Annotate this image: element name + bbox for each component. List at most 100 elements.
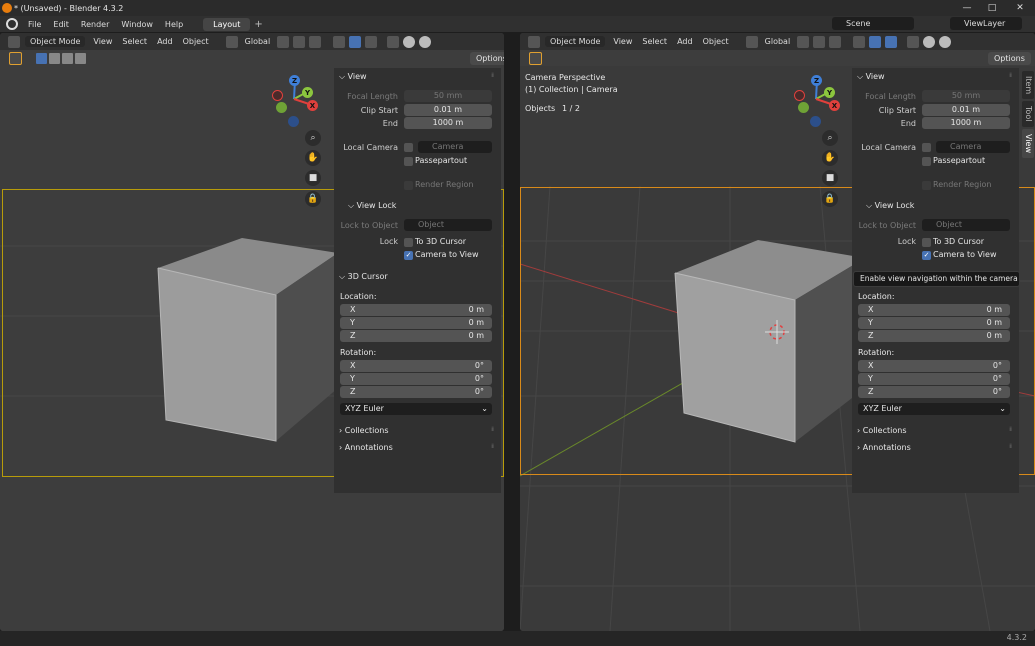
orientation-dropdown[interactable]: Global [760, 37, 796, 46]
gizmo-neg-z-icon[interactable] [810, 116, 821, 127]
to-3d-cursor-checkbox[interactable] [922, 238, 931, 247]
view-lock-header[interactable]: ⌵ View Lock [348, 201, 396, 211]
gizmo-neg-x-icon[interactable] [794, 90, 805, 101]
xray-icon[interactable] [387, 35, 400, 48]
view-section-header[interactable]: ⌵ View [339, 72, 367, 82]
rotation-mode-dropdown[interactable]: XYZ Euler ⌄ [858, 403, 1010, 415]
pan-hand-icon[interactable]: ✋ [822, 150, 838, 166]
drag-handle-icon[interactable]: ⁞⁞ [1009, 426, 1012, 433]
location-z-field[interactable]: Z 0 m [340, 330, 492, 342]
camera-view-icon[interactable]: ■ [305, 170, 321, 186]
snap-icon[interactable] [813, 35, 826, 48]
menu-object[interactable]: Object [698, 37, 734, 46]
drag-handle-icon[interactable]: ⁞⁞ [491, 443, 494, 450]
pivot-icon[interactable] [277, 35, 290, 48]
rotation-z-field[interactable]: Z 0° [340, 386, 492, 398]
orientation-dropdown[interactable]: Global [240, 37, 276, 46]
gizmo-z-icon[interactable]: Z [811, 75, 822, 86]
gizmo-y-icon[interactable]: Y [302, 87, 313, 98]
navigation-gizmo[interactable]: Z Y X [268, 73, 320, 127]
select-tool-icon[interactable] [529, 51, 542, 65]
navigation-gizmo[interactable]: Z Y X [790, 73, 842, 127]
drag-handle-icon[interactable]: ⁞⁞ [491, 426, 494, 433]
local-camera-field[interactable]: Camera [418, 141, 492, 153]
passepartout-checkbox[interactable] [404, 157, 413, 166]
render-region-checkbox[interactable] [922, 181, 931, 190]
camera-view-icon[interactable]: ■ [822, 170, 838, 186]
proportional-edit-icon[interactable] [309, 35, 322, 48]
zoom-icon[interactable]: ⌕ [305, 130, 321, 146]
pan-hand-icon[interactable]: ✋ [305, 150, 321, 166]
focal-length-field[interactable]: 50 mm [404, 90, 492, 102]
selection-modes[interactable] [36, 52, 86, 64]
transform-orientation-icon[interactable] [225, 35, 238, 48]
location-x-field[interactable]: X 0 m [340, 304, 492, 316]
local-camera-field[interactable]: Camera [936, 141, 1010, 153]
wireframe-shading-icon[interactable] [923, 35, 936, 48]
drag-handle-icon[interactable]: ⁞⁞ [1009, 72, 1012, 79]
rotation-mode-dropdown[interactable]: XYZ Euler ⌄ [340, 403, 492, 415]
menu-help[interactable]: Help [159, 20, 189, 29]
tab-tool[interactable]: Tool [1022, 101, 1034, 127]
rotation-z-field[interactable]: Z 0° [858, 386, 1010, 398]
drag-handle-icon[interactable]: ⁞⁞ [1009, 443, 1012, 450]
xray-icon[interactable] [907, 35, 920, 48]
clip-end-field[interactable]: 1000 m [404, 117, 492, 129]
lock-to-object-field[interactable]: Object [404, 219, 492, 231]
view-section-header[interactable]: ⌵ View [857, 72, 885, 82]
collections-section-header[interactable]: › Collections [857, 426, 907, 435]
gizmo-neg-z-icon[interactable] [288, 116, 299, 127]
focal-length-field[interactable]: 50 mm [922, 90, 1010, 102]
menu-select[interactable]: Select [637, 37, 672, 46]
viewport-left[interactable]: Object Mode View Select Add Object Globa… [0, 33, 504, 631]
options-dropdown[interactable]: Options [988, 52, 1031, 65]
camera-to-view-checkbox[interactable]: ✓ [922, 251, 931, 260]
annotations-section-header[interactable]: › Annotations [857, 443, 911, 452]
clip-start-field[interactable]: 0.01 m [922, 104, 1010, 116]
proportional-edit-icon[interactable] [829, 35, 842, 48]
lock-icon[interactable]: 🔒 [305, 191, 321, 207]
menu-render[interactable]: Render [75, 20, 115, 29]
gizmo-neg-x-icon[interactable] [272, 90, 283, 101]
menu-edit[interactable]: Edit [47, 20, 75, 29]
menu-window[interactable]: Window [115, 20, 159, 29]
solid-shading-icon[interactable] [939, 35, 952, 48]
menu-select[interactable]: Select [117, 37, 152, 46]
camera-to-view-checkbox[interactable]: ✓ [404, 251, 413, 260]
clip-end-field[interactable]: 1000 m [922, 117, 1010, 129]
scene-selector[interactable]: Scene [832, 17, 914, 30]
pivot-icon[interactable] [797, 35, 810, 48]
lock-to-object-field[interactable]: Object [922, 219, 1010, 231]
view-layer-selector[interactable]: ViewLayer [950, 17, 1022, 30]
menu-view[interactable]: View [88, 37, 117, 46]
blender-menu-icon[interactable] [6, 18, 18, 30]
view-lock-header[interactable]: ⌵ View Lock [866, 201, 914, 211]
gizmo-z-icon[interactable]: Z [289, 75, 300, 86]
menu-view[interactable]: View [608, 37, 637, 46]
location-y-field[interactable]: Y 0 m [340, 317, 492, 329]
cursor-section-header[interactable]: ⌵ 3D Cursor [339, 272, 388, 282]
solid-shading-icon[interactable] [419, 35, 432, 48]
clip-start-field[interactable]: 0.01 m [404, 104, 492, 116]
gizmo-toggle-icon[interactable] [349, 35, 362, 48]
overlay-icon[interactable] [365, 35, 378, 48]
visibility-icon[interactable] [333, 35, 346, 48]
object-mode-dropdown[interactable]: Object Mode [545, 36, 606, 47]
zoom-icon[interactable]: ⌕ [822, 130, 838, 146]
add-workspace-button[interactable]: + [254, 19, 262, 30]
menu-add[interactable]: Add [152, 37, 178, 46]
gizmo-x-icon[interactable]: X [307, 100, 318, 111]
visibility-icon[interactable] [853, 35, 866, 48]
object-mode-dropdown[interactable]: Object Mode [25, 36, 86, 47]
gizmo-toggle-icon[interactable] [869, 35, 882, 48]
gizmo-neg-y-icon[interactable] [276, 102, 287, 113]
gizmo-x-icon[interactable]: X [829, 100, 840, 111]
annotations-section-header[interactable]: › Annotations [339, 443, 393, 452]
minimize-button[interactable]: — [955, 0, 979, 16]
options-dropdown[interactable]: Options [470, 52, 504, 65]
menu-add[interactable]: Add [672, 37, 698, 46]
tab-item[interactable]: Item [1022, 71, 1034, 100]
gizmo-neg-y-icon[interactable] [798, 102, 809, 113]
menu-file[interactable]: File [22, 20, 47, 29]
to-3d-cursor-checkbox[interactable] [404, 238, 413, 247]
